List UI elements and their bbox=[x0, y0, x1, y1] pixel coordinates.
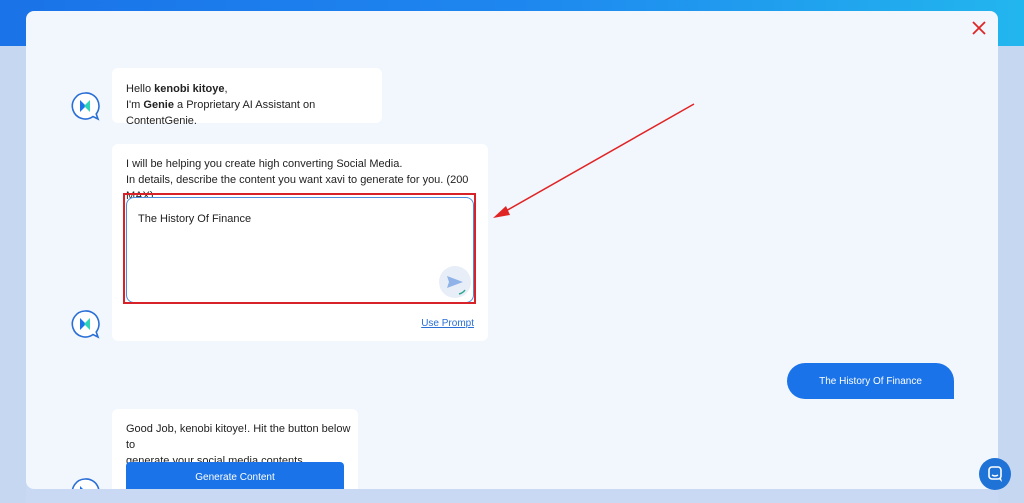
background-left bbox=[0, 46, 26, 503]
genie-modal: Hello kenobi kitoye, I'm Genie a Proprie… bbox=[26, 11, 998, 489]
background-right bbox=[998, 46, 1024, 503]
chat-widget-button[interactable] bbox=[979, 458, 1011, 490]
chat-icon bbox=[988, 466, 1002, 482]
annotation-arrow bbox=[493, 103, 695, 218]
